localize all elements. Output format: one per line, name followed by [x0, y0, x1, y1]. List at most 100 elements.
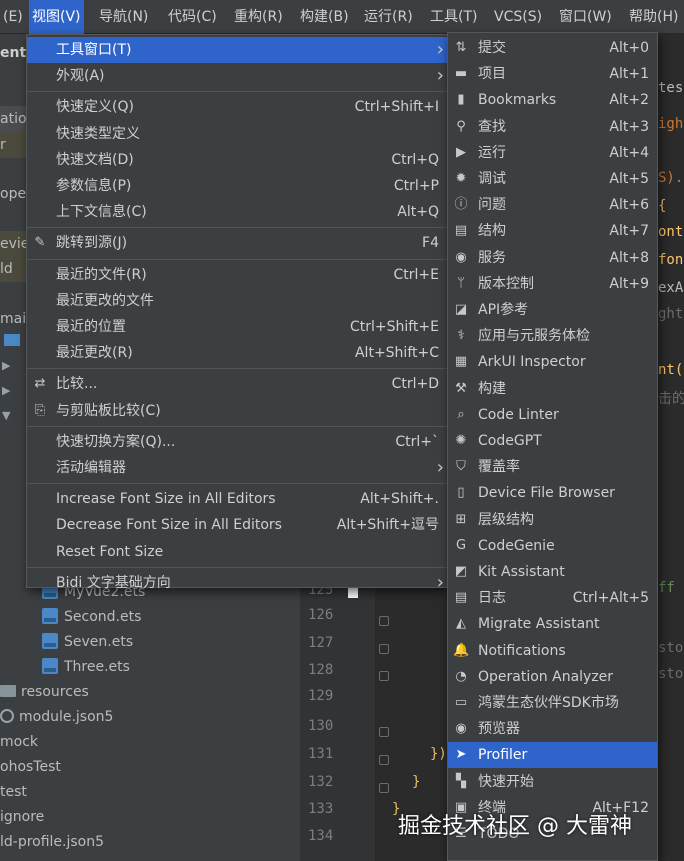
- folder-item[interactable]: resources: [0, 680, 300, 705]
- tool-window-item-12[interactable]: ▦ ArkUI Inspector: [448, 349, 657, 375]
- fold-marker-icon[interactable]: [379, 727, 389, 737]
- file-item[interactable]: Second.ets: [0, 605, 300, 630]
- view-menu-item-6[interactable]: 参数信息(P) Ctrl+P: [27, 173, 447, 199]
- file-item[interactable]: module.json5: [0, 705, 300, 730]
- tool-window-item-16[interactable]: ⛉ 覆盖率: [448, 454, 657, 480]
- tree-fragment-2[interactable]: r: [0, 132, 26, 158]
- menu-edit[interactable]: (E): [0, 0, 26, 34]
- tool-window-item-9[interactable]: ᛘ 版本控制 Alt+9: [448, 271, 657, 297]
- view-menu-item-13[interactable]: 最近的位置 Ctrl+Shift+E: [27, 314, 447, 340]
- code-fragment: {: [658, 198, 667, 214]
- tool-window-item-25[interactable]: ▭ 鸿蒙生态伙伴SDK市场: [448, 690, 657, 716]
- menu-code[interactable]: 代码(C): [165, 0, 220, 34]
- line-number: 131: [308, 746, 334, 762]
- view-menu-item-17[interactable]: ⎘ 与剪贴板比较(C): [27, 398, 447, 424]
- file-item[interactable]: ld-profile.json5: [0, 830, 300, 855]
- view-menu-item-7[interactable]: 上下文信息(C) Alt+Q: [27, 199, 447, 225]
- menu-item-label: 覆盖率: [478, 459, 520, 476]
- view-menu-item-1[interactable]: 外观(A) ›: [27, 63, 447, 89]
- file-item[interactable]: Seven.ets: [0, 630, 300, 655]
- menu-run[interactable]: 运行(R): [361, 0, 416, 34]
- fold-marker-icon[interactable]: [379, 671, 389, 681]
- tool-window-item-26[interactable]: ◉ 预览器: [448, 716, 657, 742]
- tool-window-item-21[interactable]: ▤ 日志 Ctrl+Alt+5: [448, 585, 657, 611]
- menu-item-label: Decrease Font Size in All Editors: [56, 517, 282, 534]
- bug-icon: ✹: [455, 171, 467, 186]
- tool-window-item-0[interactable]: ⇅ 提交 Alt+0: [448, 35, 657, 61]
- tool-window-item-24[interactable]: ◔ Operation Analyzer: [448, 664, 657, 690]
- chevron-right-icon[interactable]: ▶: [2, 384, 10, 397]
- menu-build[interactable]: 构建(B): [297, 0, 352, 34]
- view-menu-item-4[interactable]: 快速类型定义: [27, 121, 447, 147]
- file-item[interactable]: ignore: [0, 805, 300, 830]
- folder-item[interactable]: ohosTest: [0, 755, 300, 780]
- view-menu-item-5[interactable]: 快速文档(D) Ctrl+Q: [27, 147, 447, 173]
- fold-marker-icon[interactable]: [379, 616, 389, 626]
- view-menu-item-14[interactable]: 最近更改(R) Alt+Shift+C: [27, 340, 447, 366]
- menu-item-label: 快速类型定义: [56, 125, 140, 142]
- menu-refactor[interactable]: 重构(R): [231, 0, 286, 34]
- view-menu-item-23[interactable]: Decrease Font Size in All Editors Alt+Shi…: [27, 512, 447, 538]
- tool-window-item-13[interactable]: ⚒ 构建: [448, 376, 657, 402]
- chevron-right-icon[interactable]: ▶: [2, 359, 10, 372]
- view-menu-item-16[interactable]: ⇄ 比较... Ctrl+D: [27, 371, 447, 397]
- view-menu-item-9[interactable]: ✎ 跳转到源(J) F4: [27, 230, 447, 256]
- tool-window-item-3[interactable]: ⚲ 查找 Alt+3: [448, 114, 657, 140]
- tree-fragment-6[interactable]: mai: [0, 306, 26, 332]
- tool-window-item-18[interactable]: ⊞ 层级结构: [448, 507, 657, 533]
- menu-item-label: 问题: [478, 197, 506, 214]
- tool-window-item-28[interactable]: ▚ 快速开始: [448, 769, 657, 795]
- view-menu-item-22[interactable]: Increase Font Size in All Editors Alt+Shi…: [27, 486, 447, 512]
- api-icon: ◪: [454, 302, 468, 317]
- tool-window-item-11[interactable]: ⚕ 应用与元服务体检: [448, 323, 657, 349]
- tool-window-item-6[interactable]: ⓘ 问题 Alt+6: [448, 192, 657, 218]
- tool-window-item-15[interactable]: ✺ CodeGPT: [448, 428, 657, 454]
- tree-fragment-4[interactable]: evie: [0, 231, 26, 257]
- view-menu-item-24[interactable]: Reset Font Size: [27, 539, 447, 565]
- fold-marker-icon[interactable]: [379, 783, 389, 793]
- tree-fragment-1[interactable]: atio: [0, 106, 26, 132]
- tool-window-item-8[interactable]: ◉ 服务 Alt+8: [448, 245, 657, 271]
- tool-window-item-23[interactable]: 🔔 Notifications: [448, 638, 657, 664]
- tool-window-item-14[interactable]: ⌕ Code Linter: [448, 402, 657, 428]
- fold-marker-icon[interactable]: [379, 644, 389, 654]
- view-menu-item-11[interactable]: 最近的文件(R) Ctrl+E: [27, 262, 447, 288]
- tool-window-item-2[interactable]: ▮ Bookmarks Alt+2: [448, 87, 657, 113]
- tool-window-item-17[interactable]: ▯ Device File Browser: [448, 480, 657, 506]
- file-item[interactable]: Three.ets: [0, 655, 300, 680]
- view-menu-item-12[interactable]: 最近更改的文件: [27, 288, 447, 314]
- menu-tools[interactable]: 工具(T): [427, 0, 480, 34]
- menu-navigate[interactable]: 导航(N): [96, 0, 151, 34]
- tool-window-item-22[interactable]: ◭ Migrate Assistant: [448, 611, 657, 637]
- services-icon: ◉: [455, 249, 467, 265]
- tool-window-item-10[interactable]: ◪ API参考: [448, 297, 657, 323]
- tool-window-item-19[interactable]: G CodeGenie: [448, 533, 657, 559]
- view-menu-item-3[interactable]: 快速定义(Q) Ctrl+Shift+I: [27, 94, 447, 120]
- tool-window-item-4[interactable]: ▶ 运行 Alt+4: [448, 140, 657, 166]
- menu-help[interactable]: 帮助(H): [626, 0, 681, 34]
- chevron-down-icon[interactable]: ▼: [2, 409, 10, 422]
- tree-fragment-3[interactable]: ope: [0, 181, 26, 207]
- info-icon: ⓘ: [454, 197, 468, 213]
- menu-vcs[interactable]: VCS(S): [491, 0, 545, 34]
- tool-window-item-5[interactable]: ✹ 调试 Alt+5: [448, 166, 657, 192]
- folder-item[interactable]: test: [0, 780, 300, 805]
- tool-window-item-27[interactable]: ➤ Profiler: [448, 742, 657, 769]
- tool-window-item-7[interactable]: ▤ 结构 Alt+7: [448, 218, 657, 244]
- code-fragment: ff: [658, 580, 675, 596]
- code-fragment: stop: [658, 666, 684, 682]
- tool-window-item-20[interactable]: ◩ Kit Assistant: [448, 559, 657, 585]
- view-menu-item-20[interactable]: 活动编辑器 ›: [27, 455, 447, 481]
- view-menu-item-0[interactable]: 工具窗口(T) ›: [27, 37, 447, 63]
- codegpt-icon: ✺: [455, 433, 467, 448]
- tree-fragment-5[interactable]: ld: [0, 256, 26, 282]
- tool-window-item-1[interactable]: ▬ 项目 Alt+1: [448, 61, 657, 87]
- view-menu-item-19[interactable]: 快速切换方案(Q)... Ctrl+`: [27, 429, 447, 455]
- menu-item-label: 工具窗口(T): [56, 42, 132, 58]
- menu-view[interactable]: 视图(V): [29, 0, 84, 34]
- fold-marker-icon[interactable]: [379, 755, 389, 765]
- folder-item[interactable]: mock: [0, 730, 300, 755]
- view-menu-item-26[interactable]: Bidi 文字基础方向 ›: [27, 570, 447, 596]
- menu-window[interactable]: 窗口(W): [556, 0, 615, 34]
- device-icon: ▯: [457, 485, 465, 501]
